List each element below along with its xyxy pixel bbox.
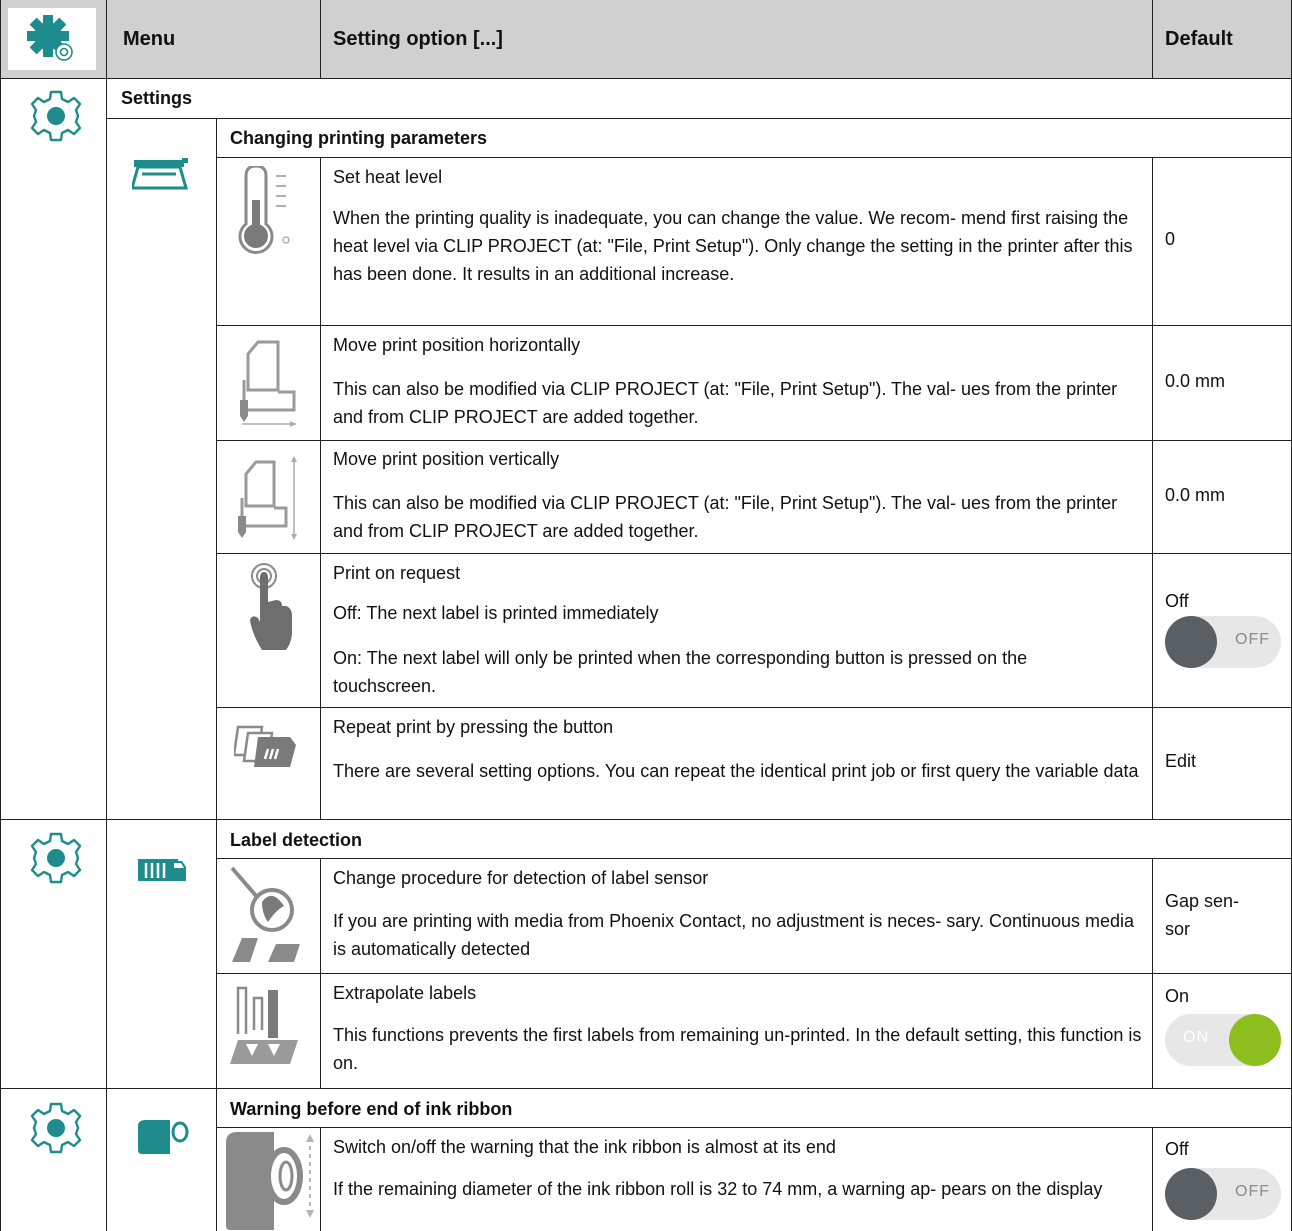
toggle-label: OFF [1235,631,1270,648]
section-settings: Settings [121,88,193,108]
vert-title: Move print position vertically [333,449,560,469]
toggle-knob [1229,1014,1281,1066]
horiz-default: 0.0 mm [1165,371,1226,391]
ribbon-diameter-icon [226,1132,314,1230]
printer-icon [132,158,188,190]
label-roll-icon [138,859,186,881]
gear-icon [30,832,82,884]
section-printing-params: Changing printing parameters [230,128,488,148]
vert-default: 0.0 mm [1165,485,1226,505]
extrapolate-toggle[interactable]: ON [1165,1014,1281,1066]
request-toggle[interactable]: OFF [1165,616,1281,668]
thermometer-icon [238,166,290,254]
heat-desc: When the printing quality is inadequate,… [333,208,1133,284]
toggle-knob [1165,616,1217,668]
extrapolate-title: Extrapolate labels [333,983,477,1003]
touch-finger-icon [250,563,292,650]
sensor-title: Change procedure for detection of label … [333,868,709,888]
ribbon-toggle[interactable]: OFF [1165,1168,1281,1220]
sensor-default-line1: Gap sen- [1165,891,1240,911]
repeat-title: Repeat print by pressing the button [333,717,614,737]
gear-icon [30,1102,82,1154]
settings-gear-icon [27,15,73,61]
toggle-label: OFF [1235,1183,1270,1200]
repeat-labels-icon [234,725,296,767]
ribbon-default: Off [1165,1139,1189,1159]
request-default: Off [1165,591,1189,611]
ribbon-icon [138,1120,189,1154]
request-desc-on: On: The next label will only be printed … [333,648,1028,696]
request-desc-off: Off: The next label is printed immediate… [333,603,659,623]
header-default: Default [1165,28,1233,50]
repeat-default: Edit [1165,751,1197,771]
horizontal-position-icon [240,340,296,427]
extrapolate-icon [230,986,298,1064]
extrapolate-default: On [1165,986,1190,1006]
ribbon-title: Switch on/off the warning that the ink r… [333,1137,836,1157]
section-ink-warning: Warning before end of ink ribbon [230,1099,513,1119]
heat-title: Set heat level [333,167,443,187]
toggle-knob [1165,1168,1217,1220]
toggle-label: ON [1183,1029,1209,1046]
extrapolate-desc: This functions prevents the first labels… [333,1025,1142,1073]
ribbon-desc: If the remaining diameter of the ink rib… [333,1179,1103,1199]
header-menu: Menu [123,28,176,50]
repeat-desc: There are several setting options. You c… [333,761,1139,781]
table-header [0,0,1292,78]
horiz-desc: This can also be modified via CLIP PROJE… [333,379,1118,427]
gear-icon [30,90,82,142]
horiz-title: Move print position horizontally [333,335,581,355]
vert-desc: This can also be modified via CLIP PROJE… [333,493,1118,541]
header-icon-box [8,8,96,70]
request-title: Print on request [333,563,461,583]
heat-default: 0 [1165,229,1176,249]
vertical-position-icon [238,456,297,540]
sensor-default-line2: sor [1165,919,1191,939]
section-label-detection: Label detection [230,830,363,850]
sensor-icon [230,866,300,962]
header-setting-option: Setting option [...] [333,28,503,50]
sensor-desc: If you are printing with media from Phoe… [333,911,1135,959]
